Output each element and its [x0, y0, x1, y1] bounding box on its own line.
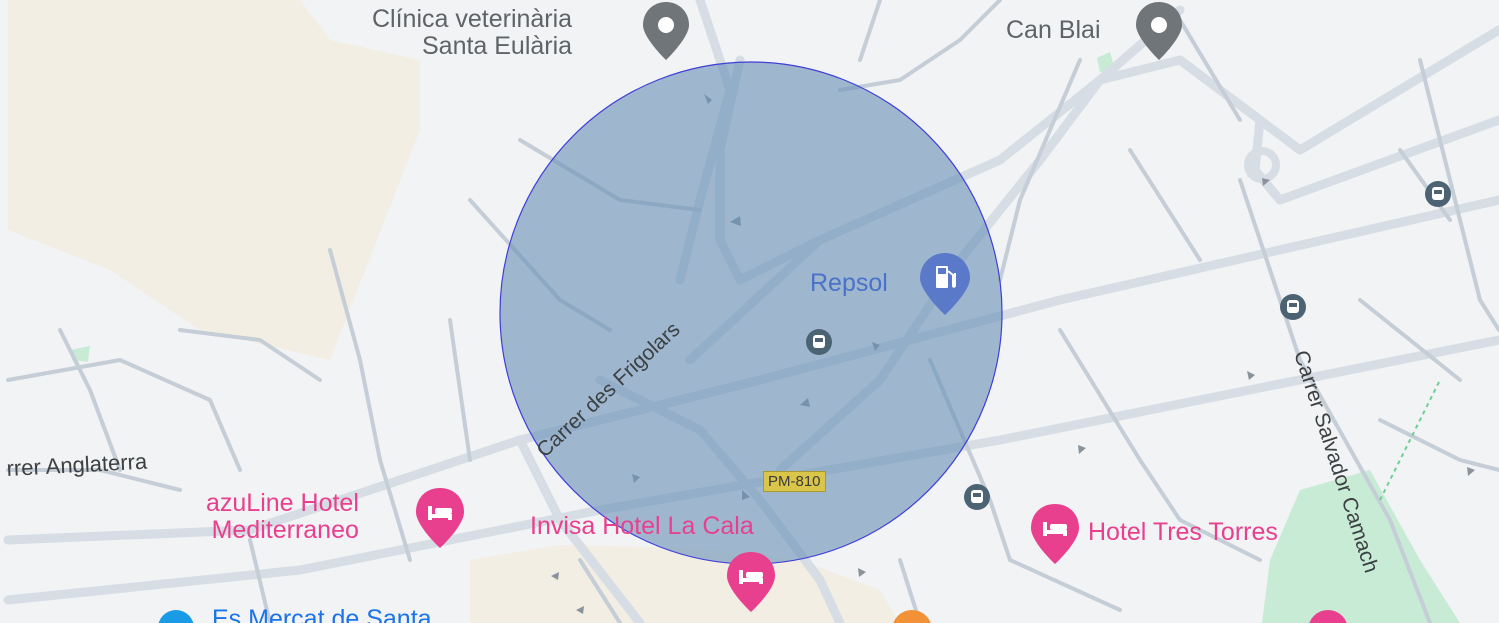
partial-pin-icon[interactable]: [156, 608, 196, 623]
bus-stop-icon[interactable]: [1279, 293, 1307, 321]
route-shield: PM-810: [763, 471, 826, 492]
partial-pin-icon[interactable]: [1306, 608, 1350, 623]
bed-icon[interactable]: [1031, 504, 1079, 564]
bed-icon[interactable]: [416, 488, 464, 548]
bus-stop-icon[interactable]: [963, 483, 991, 511]
map-pin-icon[interactable]: [643, 2, 689, 60]
fuel-pump-icon[interactable]: [920, 253, 970, 315]
hotel-label-azuline: azuLine Hotel Mediterraneo: [206, 489, 359, 544]
bed-icon[interactable]: [727, 552, 775, 612]
poi-label-clinica: Clínica veterinària Santa Eulària: [372, 5, 573, 60]
bus-stop-icon[interactable]: [1424, 180, 1452, 208]
hotel-label-tres-torres: Hotel Tres Torres: [1088, 518, 1278, 546]
partial-label-mercat: Es Mercat de Santa: [212, 605, 432, 623]
bus-stop-icon[interactable]: [805, 328, 833, 356]
map-view[interactable]: Clínica veterinària Santa Eulària Can Bl…: [0, 0, 1499, 623]
map-pin-icon[interactable]: [1136, 2, 1182, 60]
poi-label-can-blai: Can Blai: [1006, 16, 1101, 44]
poi-label-repsol: Repsol: [810, 269, 888, 297]
hotel-label-invisa: Invisa Hotel La Cala: [530, 512, 754, 540]
partial-pin-icon[interactable]: [890, 608, 934, 623]
